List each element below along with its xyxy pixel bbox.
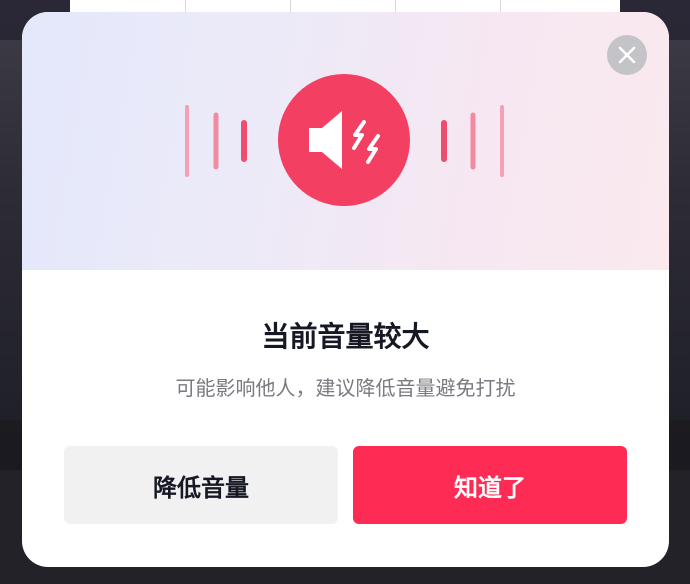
close-icon <box>618 46 636 64</box>
dialog-title: 当前音量较大 <box>261 320 430 353</box>
speaker-loud-icon <box>278 74 410 206</box>
volume-warning-dialog: 当前音量较大 可能影响他人，建议降低音量避免打扰 降低音量 知道了 <box>22 12 669 567</box>
close-button[interactable] <box>607 35 647 75</box>
lower-volume-button[interactable]: 降低音量 <box>64 446 338 524</box>
hero-illustration <box>185 74 504 206</box>
background-edge-right <box>668 40 690 420</box>
sound-wave-right-icon <box>441 105 504 177</box>
acknowledge-button[interactable]: 知道了 <box>353 446 627 524</box>
dialog-subtitle: 可能影响他人，建议降低音量避免打扰 <box>175 376 516 400</box>
dialog-hero-banner <box>22 12 669 270</box>
sound-wave-left-icon <box>185 105 247 177</box>
background-edge-left <box>0 40 22 420</box>
